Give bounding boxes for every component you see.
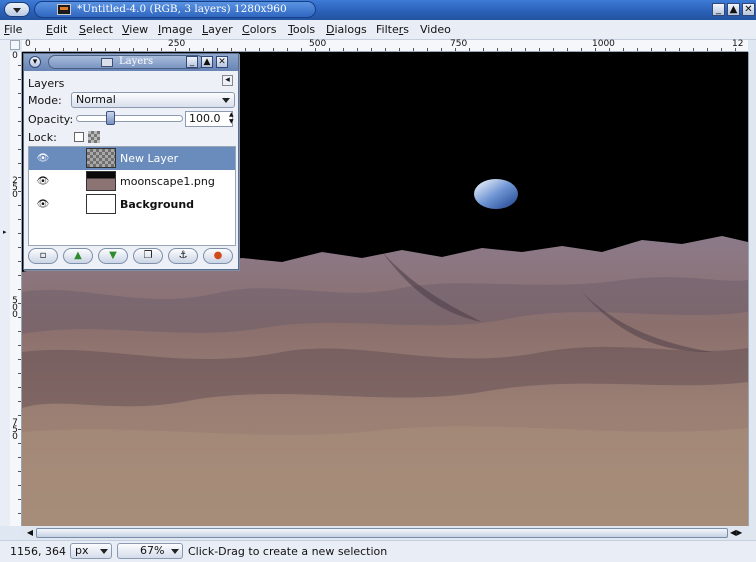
chevron-down-icon <box>170 546 180 556</box>
vertical-scrollbar[interactable] <box>748 52 756 526</box>
window-title: *Untitled-4.0 (RGB, 3 layers) 1280x960 <box>77 3 287 15</box>
window-menu-button[interactable] <box>4 2 30 17</box>
layer-row-background[interactable]: 👁 Background <box>29 193 235 216</box>
vertical-ruler[interactable]: 0 250 500 750 <box>10 52 22 526</box>
zoom-value: 67% <box>140 544 165 557</box>
side-arrow-icon[interactable]: ▸ <box>3 228 7 236</box>
anchor-icon: ⚓ <box>178 250 188 261</box>
dialog-title: Layers <box>119 56 154 67</box>
left-gutter <box>0 40 10 526</box>
menu-filters[interactable]: Filters <box>376 23 409 36</box>
quick-mask-toggle[interactable] <box>10 40 20 50</box>
menu-file[interactable]: File <box>4 23 22 36</box>
ruler-label: 12 <box>732 39 744 49</box>
pointer-coords: 1156, 364 <box>10 545 66 558</box>
layer-thumbnail <box>86 148 116 168</box>
mode-value: Normal <box>76 93 116 106</box>
zoom-select[interactable]: 67% <box>117 543 183 559</box>
menu-image[interactable]: Image <box>158 23 192 36</box>
unit-value: px <box>75 544 89 557</box>
layer-button-bar: ▫ ▲ ▼ ❐ ⚓ ● <box>28 248 236 266</box>
up-arrow-icon: ▲ <box>74 250 82 261</box>
raise-layer-button[interactable]: ▲ <box>63 248 93 264</box>
menu-colors[interactable]: Colors <box>242 23 276 36</box>
panel-menu-icon[interactable]: ◂ <box>222 75 233 86</box>
opacity-input[interactable]: 100.0 <box>185 111 233 127</box>
anchor-layer-button[interactable]: ⚓ <box>168 248 198 264</box>
layers-title-pill: Layers <box>48 55 204 69</box>
chevron-down-icon <box>221 95 231 105</box>
layer-name: New Layer <box>120 152 179 165</box>
layer-thumbnail <box>86 171 116 191</box>
ruler-label: 750 <box>12 418 18 442</box>
dialog-close-button[interactable]: ✕ <box>216 56 228 68</box>
opacity-slider[interactable] <box>76 115 183 122</box>
statusbar: 1156, 364 px 67% Click-Drag to create a … <box>0 540 756 562</box>
lock-alpha-icon[interactable] <box>88 131 100 143</box>
opacity-stepper[interactable]: ▲ ▼ <box>229 111 235 127</box>
lock-label: Lock: <box>28 131 57 144</box>
layer-thumbnail <box>86 194 116 214</box>
scroll-thumb[interactable] <box>36 528 728 538</box>
ruler-label: 250 <box>168 39 186 49</box>
opacity-label: Opacity: <box>28 113 74 126</box>
layers-icon <box>101 58 113 67</box>
layer-list: 👁 New Layer 👁 moonscape1.png 👁 Backgroun… <box>28 146 236 246</box>
menu-select[interactable]: Select <box>79 23 113 36</box>
down-arrow-icon: ▼ <box>109 250 117 261</box>
window-titlebar: *Untitled-4.0 (RGB, 3 layers) 1280x960 _… <box>0 0 756 20</box>
menu-layer[interactable]: Layer <box>202 23 233 36</box>
layer-row-new-layer[interactable]: 👁 New Layer <box>29 147 235 170</box>
close-button[interactable]: ✕ <box>742 3 755 16</box>
maximize-button[interactable]: ▲ <box>727 3 740 16</box>
layer-name: Background <box>120 198 195 211</box>
ruler-label: 750 <box>450 39 468 49</box>
opacity-slider-handle[interactable] <box>106 111 115 125</box>
mode-label: Mode: <box>28 94 62 107</box>
delete-icon: ● <box>213 250 223 261</box>
duplicate-icon: ❐ <box>143 250 153 261</box>
ruler-label: 0 <box>12 51 18 61</box>
layers-titlebar[interactable]: ▾ Layers _ ▲ ✕ <box>24 54 238 71</box>
panel-label: Layers <box>28 77 65 90</box>
menu-view[interactable]: View <box>122 23 148 36</box>
dialog-maximize-button[interactable]: ▲ <box>201 56 213 68</box>
duplicate-layer-button[interactable]: ❐ <box>133 248 163 264</box>
ruler-label: 0 <box>25 39 31 49</box>
scroll-left-icon[interactable]: ◀ <box>24 528 36 538</box>
minimize-button[interactable]: _ <box>712 3 725 16</box>
dialog-minimize-button[interactable]: _ <box>186 56 198 68</box>
horizontal-scrollbar[interactable]: ◀ ◀▶ <box>22 527 756 539</box>
lock-pixels-checkbox[interactable] <box>74 132 84 142</box>
dialog-menu-button[interactable]: ▾ <box>29 56 41 68</box>
status-hint: Click-Drag to create a new selection <box>188 545 388 558</box>
menu-video[interactable]: Video <box>420 23 451 36</box>
earth-shape <box>474 179 518 209</box>
chevron-down-icon <box>99 546 109 556</box>
layer-row-moonscape[interactable]: 👁 moonscape1.png <box>29 170 235 193</box>
navigate-icon[interactable]: ◀▶ <box>730 528 742 538</box>
layer-name: moonscape1.png <box>120 175 215 188</box>
eye-icon[interactable]: 👁 <box>35 177 51 187</box>
horizontal-ruler[interactable]: 0 250 500 750 1000 12 <box>22 39 748 52</box>
mode-select[interactable]: Normal <box>71 92 235 108</box>
layers-dialog: ▾ Layers _ ▲ ✕ Layers ◂ Mode: Normal Opa… <box>23 53 239 270</box>
new-layer-icon: ▫ <box>39 250 47 261</box>
menu-dialogs[interactable]: Dialogs <box>326 23 367 36</box>
ruler-label: 500 <box>309 39 327 49</box>
ruler-label: 500 <box>12 296 18 320</box>
menubar: File Edit Select View Image Layer Colors Tools D… <box>0 20 756 40</box>
new-layer-button[interactable]: ▫ <box>28 248 58 264</box>
gimp-icon <box>57 4 71 15</box>
title-pill: *Untitled-4.0 (RGB, 3 layers) 1280x960 <box>34 1 316 18</box>
eye-icon[interactable]: 👁 <box>35 154 51 164</box>
lower-layer-button[interactable]: ▼ <box>98 248 128 264</box>
delete-layer-button[interactable]: ● <box>203 248 233 264</box>
unit-select[interactable]: px <box>70 543 112 559</box>
ruler-label: 250 <box>12 176 18 200</box>
eye-icon[interactable]: 👁 <box>35 200 51 210</box>
ruler-label: 1000 <box>592 39 615 49</box>
menu-edit[interactable]: Edit <box>46 23 67 36</box>
menu-tools[interactable]: Tools <box>288 23 315 36</box>
